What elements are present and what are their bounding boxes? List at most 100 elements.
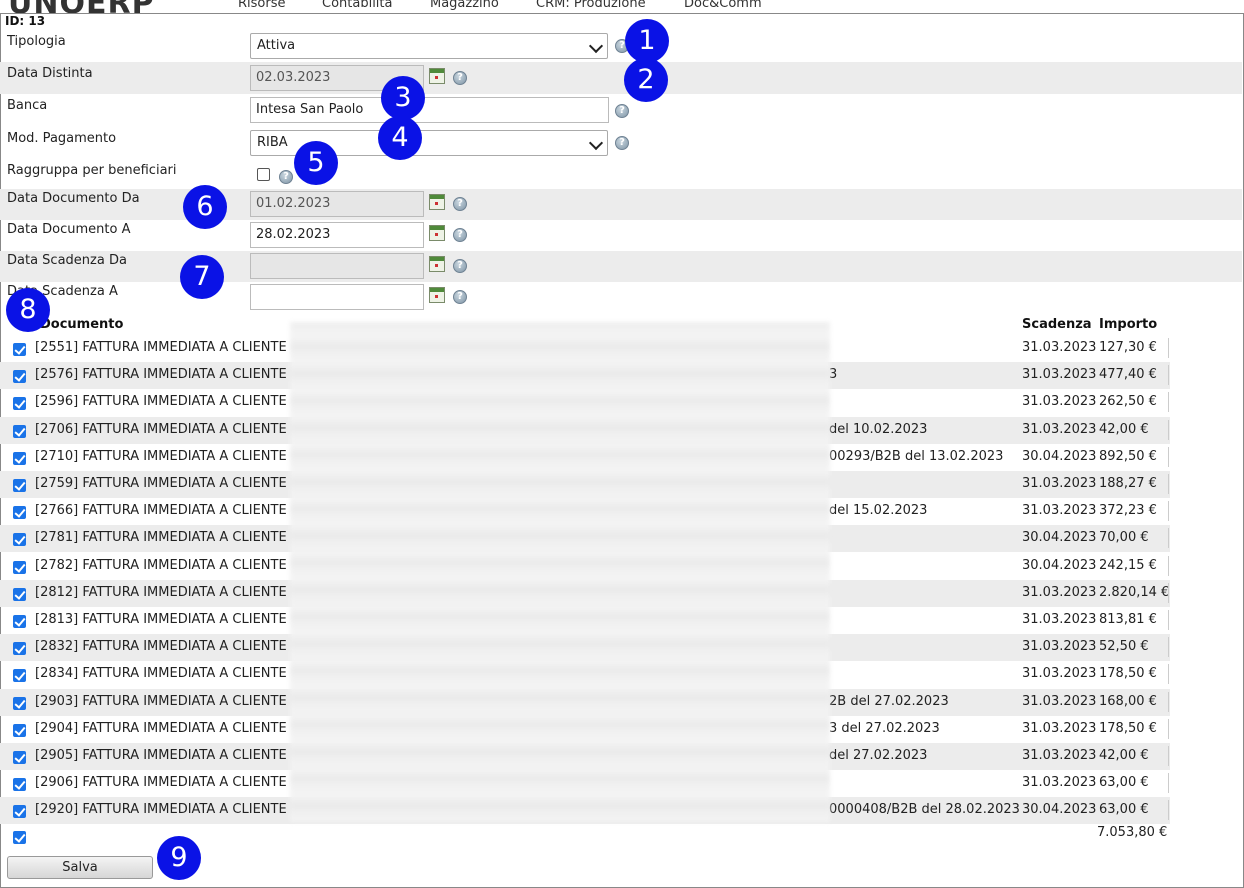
row-checkbox[interactable] [13,697,26,710]
row-data-distinta: Data Distinta 02.03.2023 ? [0,62,1242,94]
annotation-badge: 8 [6,288,50,332]
column-separator [1168,392,1169,412]
row-checkbox[interactable] [13,642,26,655]
row-checkbox[interactable] [13,751,26,764]
cell-documento: [2782] FATTURA IMMEDIATA A CLIENTE [35,558,287,573]
menu-item-doc-comm[interactable]: Doc&Comm [684,0,762,11]
cell-importo: 813,81 € [1099,612,1157,627]
menu-item-risorse[interactable]: Risorse [238,0,286,11]
annotation-badge: 6 [183,185,227,229]
menu-item-contabilita[interactable]: Contabilità [322,0,392,11]
help-icon[interactable]: ? [453,290,467,304]
cell-documento: [2781] FATTURA IMMEDIATA A CLIENTE [35,530,287,545]
cell-importo: 892,50 € [1099,449,1157,464]
row-checkbox[interactable] [13,479,26,492]
cell-documento: [2706] FATTURA IMMEDIATA A CLIENTE [35,422,287,437]
row-checkbox[interactable] [13,778,26,791]
cell-documento-tail: 3 del 27.02.2023 [829,721,940,736]
col-header-documento: Documento [40,317,124,332]
cell-importo: 42,00 € [1099,422,1149,437]
cell-documento: [2906] FATTURA IMMEDIATA A CLIENTE [35,775,287,790]
tipologia-value: Attiva [257,38,296,53]
cell-documento: [2903] FATTURA IMMEDIATA A CLIENTE [35,694,287,709]
row-checkbox[interactable] [13,506,26,519]
cell-importo: 52,50 € [1099,639,1149,654]
help-icon[interactable]: ? [453,71,467,85]
cell-documento: [2759] FATTURA IMMEDIATA A CLIENTE [35,476,287,491]
save-button[interactable]: Salva [7,856,153,879]
row-checkbox[interactable] [13,370,26,383]
cell-scadenza: 31.03.2023 [1022,340,1097,355]
row-checkbox[interactable] [13,452,26,465]
help-icon[interactable]: ? [279,170,293,184]
row-checkbox[interactable] [13,343,26,356]
app-logo: UNOERP [8,0,155,13]
help-icon[interactable]: ? [615,136,629,150]
data-doc-a-input[interactable]: 28.02.2023 [250,222,424,248]
row-checkbox[interactable] [13,615,26,628]
mod-pagamento-value: RIBA [257,135,288,150]
row-checkbox[interactable] [13,561,26,574]
chevron-down-icon [588,135,604,151]
cell-scadenza: 31.03.2023 [1022,775,1097,790]
tipologia-label: Tipologia [7,34,66,49]
raggruppa-label: Raggruppa per beneficiari [7,163,177,178]
column-separator [1168,664,1169,684]
row-checkbox[interactable] [13,669,26,682]
calendar-icon[interactable] [429,287,445,303]
row-tipologia: Tipologia Attiva ? [0,30,1242,62]
data-doc-a-label: Data Documento A [7,222,131,237]
cell-importo: 63,00 € [1099,775,1149,790]
row-checkbox[interactable] [13,397,26,410]
raggruppa-checkbox[interactable] [257,168,270,181]
cell-documento-tail: 2B del 27.02.2023 [829,694,949,709]
tipologia-select[interactable]: Attiva [250,33,608,59]
cell-documento: [2832] FATTURA IMMEDIATA A CLIENTE [35,639,287,654]
cell-scadenza: 31.03.2023 [1022,394,1097,409]
cell-importo: 178,50 € [1099,721,1157,736]
cell-documento: [2813] FATTURA IMMEDIATA A CLIENTE [35,612,287,627]
cell-documento: [2905] FATTURA IMMEDIATA A CLIENTE [35,748,287,763]
row-checkbox[interactable] [13,425,26,438]
select-all-checkbox[interactable] [13,831,26,844]
cell-documento: [2576] FATTURA IMMEDIATA A CLIENTE [35,367,287,382]
cell-importo: 63,00 € [1099,802,1149,817]
calendar-icon[interactable] [429,194,445,210]
help-icon[interactable]: ? [453,228,467,242]
banca-input[interactable]: Intesa San Paolo [250,97,609,123]
cell-importo: 70,00 € [1099,530,1149,545]
row-checkbox[interactable] [13,588,26,601]
chevron-down-icon [588,38,604,54]
cell-documento-tail: del 27.02.2023 [829,748,928,763]
data-distinta-label: Data Distinta [7,66,93,81]
menu-item-crm-produzione[interactable]: CRM: Produzione [536,0,646,11]
calendar-icon[interactable] [429,225,445,241]
calendar-icon[interactable] [429,256,445,272]
cell-scadenza: 31.03.2023 [1022,748,1097,763]
cell-documento: [2766] FATTURA IMMEDIATA A CLIENTE [35,503,287,518]
data-doc-da-label: Data Documento Da [7,191,140,206]
help-icon[interactable]: ? [453,197,467,211]
cell-scadenza: 30.04.2023 [1022,530,1097,545]
row-checkbox[interactable] [13,724,26,737]
calendar-icon[interactable] [429,68,445,84]
cell-scadenza: 31.03.2023 [1022,666,1097,681]
data-scad-a-input[interactable] [250,284,424,310]
row-checkbox[interactable] [13,805,26,818]
cell-documento: [2834] FATTURA IMMEDIATA A CLIENTE [35,666,287,681]
cell-importo: 42,00 € [1099,748,1149,763]
data-doc-da-input[interactable]: 01.02.2023 [250,191,424,217]
cell-documento-tail: 0000408/B2B del 28.02.2023 [829,802,1020,817]
cell-importo: 262,50 € [1099,394,1157,409]
cell-documento: [2904] FATTURA IMMEDIATA A CLIENTE [35,721,287,736]
menu-item-magazzino[interactable]: Magazzino [430,0,499,11]
column-separator [1168,800,1169,820]
data-scad-da-input[interactable] [250,253,424,279]
mod-pagamento-label: Mod. Pagamento [7,131,117,146]
cell-importo: 372,23 € [1099,503,1157,518]
column-separator [1168,338,1169,358]
row-checkbox[interactable] [13,533,26,546]
column-separator [1168,637,1169,657]
help-icon[interactable]: ? [453,259,467,273]
help-icon[interactable]: ? [615,104,629,118]
